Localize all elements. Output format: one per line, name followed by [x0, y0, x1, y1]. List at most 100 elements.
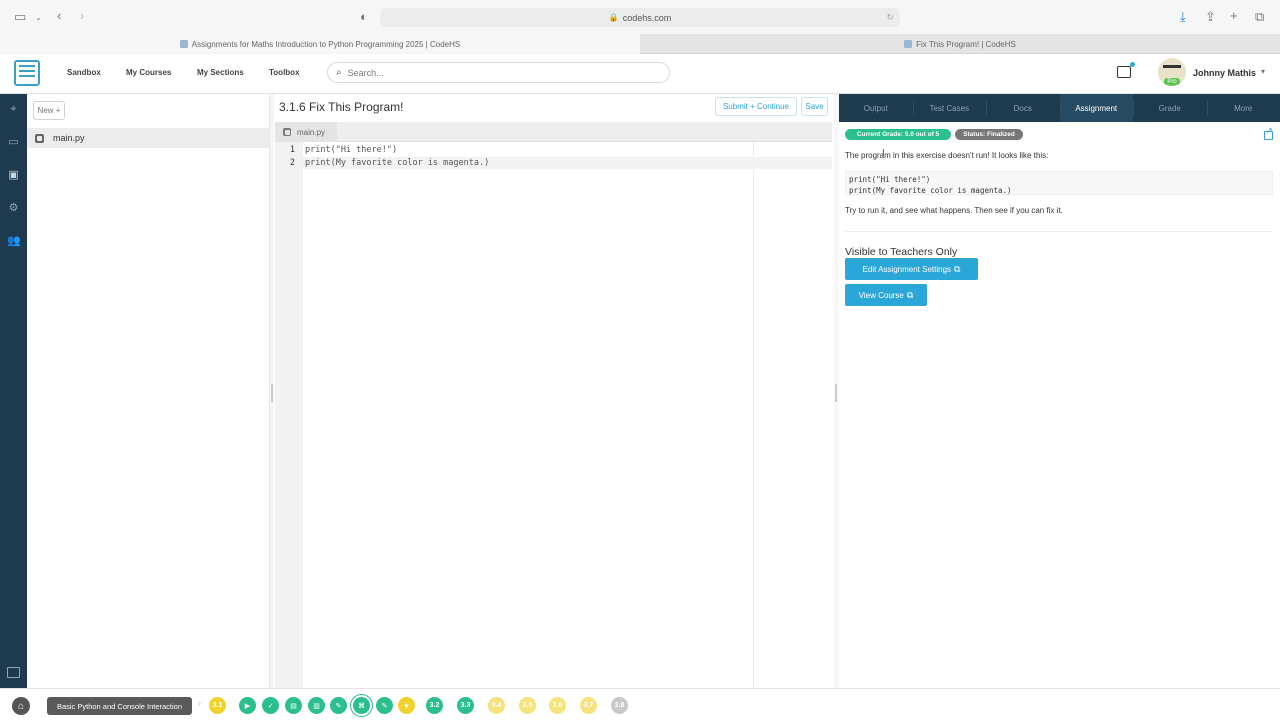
code-sample-line: print("Hi there!") [849, 175, 931, 184]
tab-grade[interactable]: Grade [1133, 94, 1207, 122]
editor-tabs: main.py [275, 122, 832, 142]
right-panel: Output Test Cases Docs Assignment Grade … [839, 94, 1280, 688]
nav-my-sections[interactable]: My Sections [197, 68, 244, 77]
submit-continue-button[interactable]: Submit + Continue [715, 97, 797, 116]
tab-label: Fix This Program! | CodeHS [916, 39, 1016, 49]
external-link-icon: ⧉ [954, 263, 961, 274]
search-input[interactable]: ⌕ Search... [327, 62, 670, 83]
browser-tabs: Assignments for Maths Introduction to Py… [0, 34, 1280, 54]
sidebar-toggle-icon[interactable]: ▭ [14, 10, 26, 24]
lesson-3-7[interactable]: 3.7 [580, 697, 597, 714]
doc-activity-icon[interactable]: ▥ [308, 697, 325, 714]
assignment-instruction: Try to run it, and see what happens. The… [845, 206, 1063, 215]
current-exercise-icon[interactable]: ⌘ [353, 697, 370, 714]
divider [845, 231, 1273, 232]
nav-my-courses[interactable]: My Courses [126, 68, 171, 77]
python-file-icon [35, 133, 44, 143]
lesson-3-5[interactable]: 3.5 [519, 697, 536, 714]
line-code[interactable]: print(My favorite color is magenta.) [305, 157, 489, 170]
pencil-activity-icon[interactable]: ✎ [330, 697, 347, 714]
editor-tab-main-py[interactable]: main.py [275, 122, 337, 142]
search-icon: ⌕ [336, 67, 342, 78]
forward-icon[interactable]: › [80, 9, 84, 23]
panel-toggle-icon[interactable] [7, 667, 20, 678]
tab-assignment[interactable]: Assignment [1059, 94, 1133, 122]
avatar-emblem-icon [1163, 65, 1181, 75]
privacy-shield-icon[interactable]: ◐ [360, 10, 368, 24]
grade-badge: Current Grade: 5.0 out of 5 [845, 129, 951, 140]
line-code[interactable]: print("Hi there!") [305, 144, 397, 157]
panel-tabs: Output Test Cases Docs Assignment Grade … [839, 94, 1280, 122]
user-name[interactable]: Johnny Mathis [1193, 68, 1256, 78]
lesson-3-4[interactable]: 3.4 [488, 697, 505, 714]
line-gutter [275, 142, 303, 688]
lesson-navigation-bar: ⌂ Basic Python and Console Interaction ›… [0, 688, 1280, 720]
save-button[interactable]: Save [801, 97, 828, 116]
module-breadcrumb[interactable]: Basic Python and Console Interaction [47, 697, 192, 715]
lock-icon: 🔒 [608, 13, 619, 22]
chevron-right-icon: › [198, 698, 201, 708]
lesson-3-6[interactable]: 3.6 [549, 697, 566, 714]
address-bar[interactable]: 🔒 codehs.com ↻ [380, 8, 900, 27]
video-activity-icon[interactable]: ▶ [239, 697, 256, 714]
left-rail: ⌖ ▭ ▣ ⚙ 👥 [0, 94, 27, 688]
tab-test-cases[interactable]: Test Cases [912, 94, 987, 122]
chevron-down-icon[interactable]: ⌄ [35, 11, 42, 25]
quiz-activity-icon[interactable]: ✓ [262, 697, 279, 714]
tab-output[interactable]: Output [839, 94, 913, 122]
external-link-icon: ⧉ [906, 289, 914, 300]
new-tab-icon[interactable]: + [1230, 9, 1238, 23]
lesson-3-3[interactable]: 3.3 [457, 697, 474, 714]
new-file-button[interactable]: New + [33, 101, 65, 120]
status-badge: Status: Finalized [955, 129, 1023, 140]
url-text: codehs.com [622, 12, 672, 23]
browser-toolbar: ▭ ⌄ ‹ › ◐ 🔒 codehs.com ↻ ⤓ ⇪ + ⧉ [0, 0, 1280, 34]
calendar-notification-icon[interactable] [1117, 62, 1135, 78]
reload-icon[interactable]: ↻ [886, 12, 894, 23]
python-file-icon [283, 128, 291, 136]
code-line[interactable]: 2 print(My favorite color is magenta.) [275, 156, 832, 170]
line-number: 1 [289, 145, 295, 155]
tab-overview-icon[interactable]: ⧉ [1255, 10, 1264, 24]
share-icon[interactable]: ⇪ [1205, 10, 1216, 24]
tab-more[interactable]: More [1206, 94, 1280, 122]
codehs-favicon-icon [904, 40, 913, 48]
external-link-icon[interactable] [1264, 126, 1273, 140]
star-activity-icon[interactable]: ★ [398, 697, 415, 714]
chevron-down-icon[interactable]: ▾ [1261, 67, 1265, 76]
codehs-logo-icon[interactable] [14, 60, 40, 86]
tab-docs[interactable]: Docs [986, 94, 1060, 122]
home-icon[interactable]: ⌂ [12, 697, 30, 715]
browser-tab-fix-program[interactable]: Fix This Program! | CodeHS [640, 34, 1280, 54]
lesson-3-2[interactable]: 3.2 [426, 697, 443, 714]
map-icon[interactable]: ⌖ [7, 104, 20, 115]
print-margin [753, 142, 754, 688]
file-item-main-py[interactable]: main.py [27, 128, 270, 148]
code-sample: print("Hi there!") print(My favorite col… [845, 171, 1273, 195]
download-icon[interactable]: ⤓ [1180, 10, 1186, 24]
app-header: Sandbox My Courses My Sections Toolbox ⌕… [0, 54, 1280, 94]
nav-sandbox[interactable]: Sandbox [67, 68, 101, 77]
tab-label: Assignments for Maths Introduction to Py… [191, 39, 461, 49]
nav-toolbox[interactable]: Toolbox [269, 68, 300, 77]
code-editor[interactable]: 1 print("Hi there!") 2 print(My favorite… [275, 144, 832, 169]
lesson-3-8[interactable]: 3.8 [611, 697, 628, 714]
lesson-3-1[interactable]: 3.1 [209, 697, 226, 714]
browser-tab-assignments[interactable]: Assignments for Maths Introduction to Py… [0, 34, 640, 54]
notes-activity-icon[interactable]: ▤ [285, 697, 302, 714]
edit-assignment-settings-button[interactable]: Edit Assignment Settings ⧉ [845, 258, 978, 280]
code-icon[interactable]: ▣ [7, 170, 20, 181]
pencil-activity-icon[interactable]: ✎ [376, 697, 393, 714]
avatar[interactable]: Pro [1158, 58, 1186, 86]
folder-icon[interactable]: ▭ [7, 137, 20, 148]
code-line[interactable]: 1 print("Hi there!") [275, 144, 832, 157]
code-sample-line: print(My favorite color is magenta.) [849, 186, 1012, 195]
back-icon[interactable]: ‹ [57, 9, 61, 23]
editor-area: 3.1.6 Fix This Program! Submit + Continu… [274, 94, 834, 688]
file-panel: New + main.py [27, 94, 270, 688]
gear-icon[interactable]: ⚙ [7, 203, 20, 214]
assignment-intro: The program in this exercise doesn't run… [845, 151, 1049, 160]
view-course-button[interactable]: View Course ⧉ [845, 284, 927, 306]
editor-tab-label: main.py [297, 127, 326, 137]
users-icon[interactable]: 👥 [7, 236, 21, 247]
